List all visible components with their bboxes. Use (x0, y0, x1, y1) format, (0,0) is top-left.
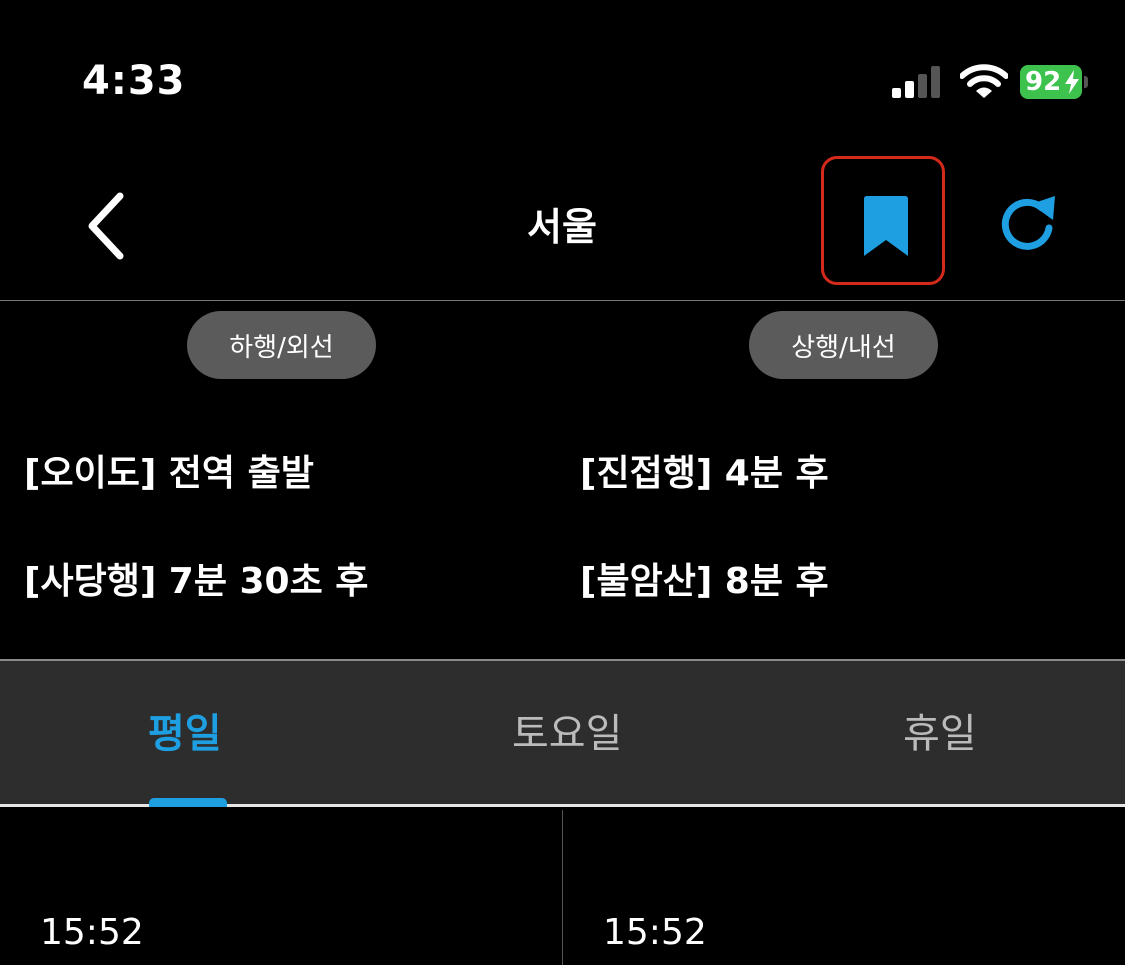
charging-bolt-icon (1065, 70, 1079, 94)
chevron-left-icon (88, 192, 124, 260)
battery-tip (1084, 76, 1088, 88)
direction-down-button[interactable]: 하행/외선 (187, 311, 376, 379)
page-title: 서울 (527, 205, 597, 249)
direction-up-button[interactable]: 상행/내선 (749, 311, 938, 379)
arrival-info: [진접행] 4분 후 (580, 453, 829, 494)
status-time: 4:33 (82, 58, 186, 104)
arrival-info: [사당행] 7분 30초 후 (24, 561, 369, 602)
bookmark-icon (864, 196, 908, 256)
battery-body: 92 (1020, 65, 1082, 99)
tab-saturday[interactable]: 토요일 (512, 701, 622, 759)
back-button[interactable] (78, 188, 138, 264)
refresh-button[interactable] (995, 190, 1065, 260)
wifi-icon (960, 64, 1008, 98)
battery-icon: 92 (1020, 65, 1088, 99)
tab-holiday[interactable]: 휴일 (903, 701, 977, 759)
arrival-info: [오이도] 전역 출발 (24, 453, 314, 494)
column-divider (562, 810, 563, 965)
refresh-icon (1001, 196, 1055, 250)
timetable-entry: 15:52 (40, 912, 144, 953)
bookmark-button[interactable] (821, 156, 945, 285)
cellular-signal-icon (892, 66, 940, 98)
tab-weekday[interactable]: 평일 (148, 701, 222, 759)
arrival-info: [불암산] 8분 후 (580, 561, 829, 602)
selected-tab-indicator (149, 798, 227, 807)
battery-level: 92 (1025, 67, 1062, 97)
timetable-entry: 15:52 (603, 912, 707, 953)
header-divider (0, 300, 1125, 301)
day-tabs: 평일 토요일 휴일 (0, 659, 1125, 805)
